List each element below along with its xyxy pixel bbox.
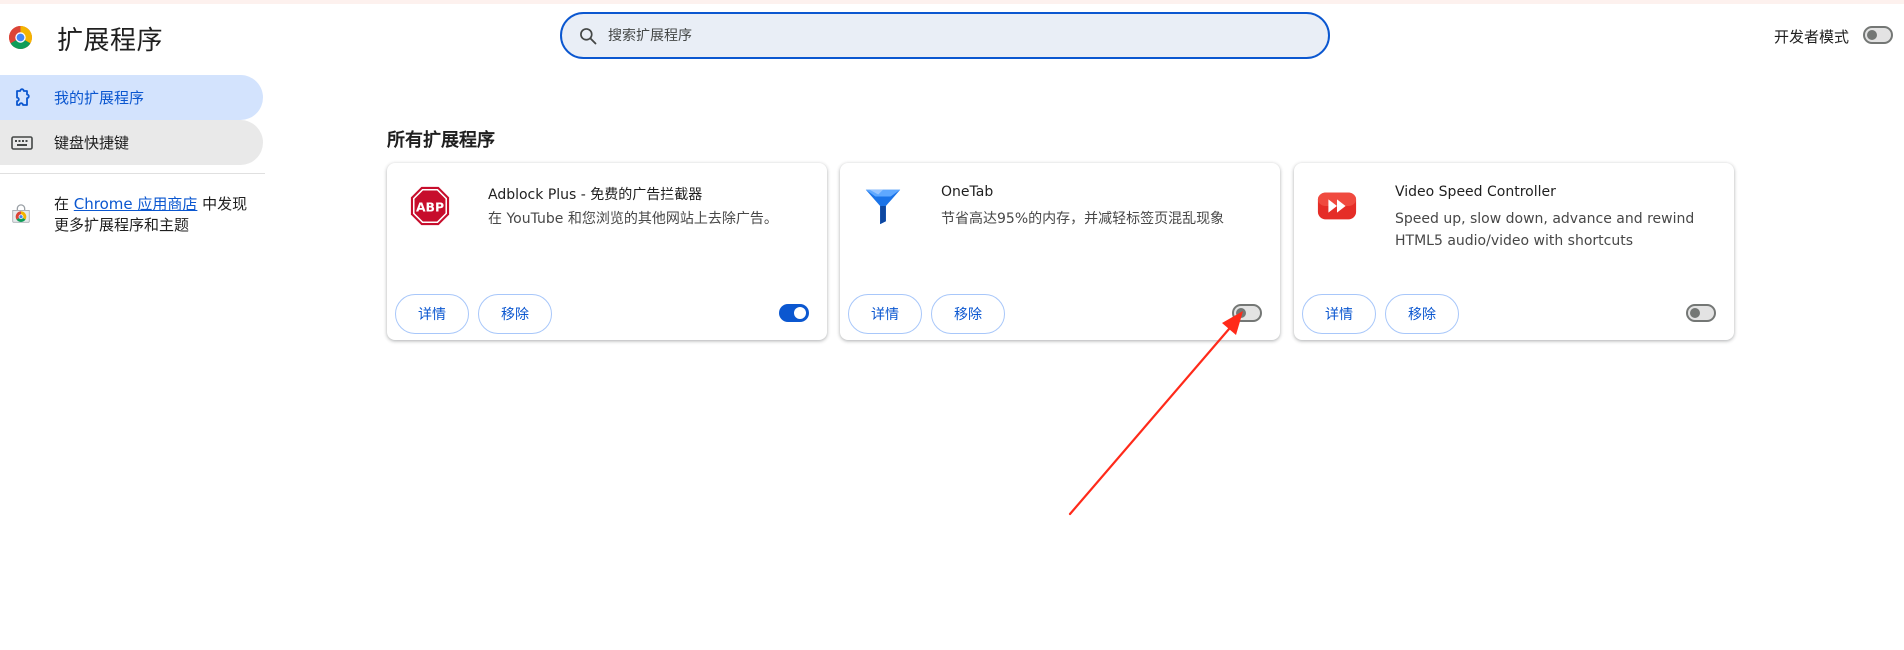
extension-enable-toggle[interactable]: [1686, 304, 1716, 322]
details-button[interactable]: 详情: [395, 294, 469, 334]
extension-name: OneTab: [941, 184, 994, 200]
chrome-web-store-link[interactable]: Chrome 应用商店: [74, 195, 198, 213]
search-icon: [580, 27, 597, 44]
details-button[interactable]: 详情: [1302, 294, 1376, 334]
extension-description: Speed up, slow down, advance and rewind …: [1395, 211, 1695, 249]
extension-name: Video Speed Controller: [1395, 184, 1556, 200]
store-text-prefix: 在: [54, 195, 74, 213]
details-button[interactable]: 详情: [848, 294, 922, 334]
web-store-text: 在 Chrome 应用商店 中发现更多扩展程序和主题: [54, 194, 260, 236]
onetab-funnel-icon: [865, 189, 901, 225]
extension-description: 节省高达95%的内存，并减轻标签页混乱现象: [941, 211, 1225, 227]
fast-forward-icon: [1317, 192, 1357, 220]
search-box[interactable]: [560, 12, 1330, 59]
puzzle-icon: [16, 87, 30, 106]
extension-enable-toggle[interactable]: [779, 304, 809, 322]
search-input[interactable]: [608, 27, 1308, 44]
toggle-knob: [1867, 30, 1877, 40]
extension-card-adblock-plus: ABP Adblock Plus - 免费的广告拦截器 在 YouTube 和您…: [387, 163, 827, 340]
extension-enable-toggle[interactable]: [1232, 304, 1262, 322]
dev-mode-toggle[interactable]: [1863, 26, 1893, 44]
toggle-knob: [1690, 308, 1700, 318]
remove-button[interactable]: 移除: [478, 294, 552, 334]
page-title: 扩展程序: [57, 26, 164, 56]
keyboard-icon: [11, 135, 33, 150]
abp-icon-text: ABP: [416, 199, 444, 214]
sidebar-divider: [0, 173, 265, 174]
remove-button[interactable]: 移除: [931, 294, 1005, 334]
extension-card-onetab: OneTab 节省高达95%的内存，并减轻标签页混乱现象 详情 移除: [840, 163, 1280, 340]
remove-button[interactable]: 移除: [1385, 294, 1459, 334]
sidebar-item-keyboard-shortcuts[interactable]: 键盘快捷键: [0, 120, 263, 165]
abp-icon: ABP: [410, 186, 450, 226]
toggle-knob: [1236, 308, 1246, 318]
extension-name: Adblock Plus - 免费的广告拦截器: [488, 187, 703, 203]
chrome-web-store-icon: [12, 204, 30, 223]
extension-card-video-speed-controller: Video Speed Controller Speed up, slow do…: [1294, 163, 1734, 340]
sidebar-item-my-extensions[interactable]: 我的扩展程序: [0, 75, 263, 120]
toggle-knob: [794, 307, 806, 319]
web-store-promo: 在 Chrome 应用商店 中发现更多扩展程序和主题: [10, 194, 260, 236]
top-strip: [0, 0, 1904, 4]
extension-description: 在 YouTube 和您浏览的其他网站上去除广告。: [488, 211, 778, 227]
section-title: 所有扩展程序: [387, 130, 495, 151]
chrome-logo-icon: [9, 26, 32, 49]
dev-mode-label: 开发者模式: [1774, 28, 1850, 46]
sidebar-item-label: 键盘快捷键: [54, 134, 130, 152]
sidebar-item-label: 我的扩展程序: [54, 89, 145, 107]
